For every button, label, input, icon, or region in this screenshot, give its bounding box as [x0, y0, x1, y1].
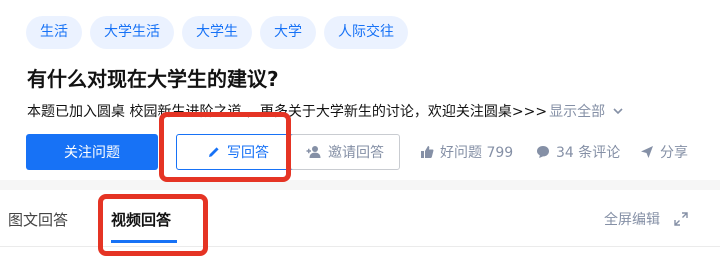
- show-all-link[interactable]: 显示全部: [549, 101, 605, 121]
- add-user-icon: [306, 145, 322, 159]
- topic-tag[interactable]: 大学生: [182, 16, 252, 49]
- active-tab-indicator: [111, 240, 177, 243]
- good-question-label: 好问题 799: [440, 145, 514, 161]
- description-text: 本题已加入圆桌 校园新生进阶之道 ，更多关于大学新生的讨论，欢迎关注圆桌>>>: [27, 104, 548, 120]
- tabs-divider: [0, 246, 720, 247]
- topic-tags: 生活 大学生活 大学生 大学 人际交往: [26, 16, 408, 49]
- chevron-down-icon[interactable]: [611, 104, 625, 118]
- share-label: 分享: [660, 145, 688, 161]
- expand-icon[interactable]: [674, 212, 688, 226]
- topic-tag[interactable]: 生活: [26, 16, 82, 49]
- pencil-icon: [207, 145, 221, 159]
- thumbs-up-icon: [420, 145, 434, 159]
- tab-video-answer[interactable]: 视频回答: [111, 209, 171, 230]
- good-question-button[interactable]: 好问题 799: [420, 134, 513, 170]
- answer-editor-tabs: 图文回答 视频回答 全屏编辑: [0, 190, 720, 260]
- comment-bubble-icon: [536, 145, 550, 159]
- topic-tag[interactable]: 大学: [260, 16, 316, 49]
- fullscreen-edit-button[interactable]: 全屏编辑: [604, 209, 660, 229]
- comments-button[interactable]: 34 条评论: [536, 134, 620, 170]
- write-answer-button[interactable]: 写回答: [176, 134, 300, 170]
- write-answer-label: 写回答: [227, 145, 269, 161]
- question-header: 生活 大学生活 大学生 大学 人际交往 有什么对现在大学生的建议? 本题已加入圆…: [0, 0, 720, 180]
- topic-tag[interactable]: 大学生活: [90, 16, 174, 49]
- invite-answer-button[interactable]: 邀请回答: [290, 134, 400, 170]
- tab-text-answer[interactable]: 图文回答: [8, 209, 68, 230]
- fullscreen-edit-label: 全屏编辑: [604, 212, 660, 228]
- share-button[interactable]: 分享: [640, 134, 688, 170]
- question-title: 有什么对现在大学生的建议?: [27, 67, 279, 91]
- question-actions: 关注问题 写回答 邀请回答 好问题 799 34 条评论 分享: [26, 134, 720, 170]
- follow-question-button[interactable]: 关注问题: [26, 134, 158, 170]
- paper-plane-icon: [640, 145, 654, 159]
- question-description: 本题已加入圆桌 校园新生进阶之道 ，更多关于大学新生的讨论，欢迎关注圆桌>>> …: [27, 101, 625, 121]
- topic-tag[interactable]: 人际交往: [324, 16, 408, 49]
- invite-answer-label: 邀请回答: [328, 145, 384, 161]
- comments-label: 34 条评论: [556, 145, 621, 161]
